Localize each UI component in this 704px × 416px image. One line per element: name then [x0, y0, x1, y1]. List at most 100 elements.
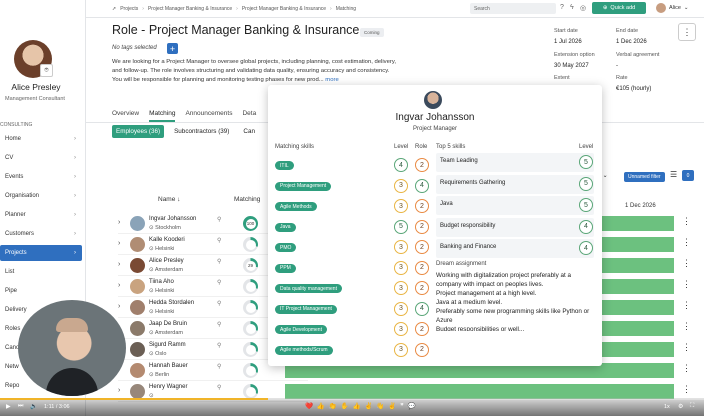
filter-chip[interactable]: Unnamed filter	[624, 172, 665, 182]
play-icon[interactable]: ▶	[6, 403, 11, 410]
user-menu[interactable]: Alice ⌄	[656, 3, 689, 13]
employee-name[interactable]: Ingvar Johansson	[149, 216, 196, 222]
pin-icon[interactable]: ⚲	[217, 384, 221, 391]
employee-name[interactable]: Tiina Aho	[149, 279, 174, 285]
expand-icon[interactable]: ›	[118, 261, 120, 268]
match-score[interactable]	[243, 363, 258, 378]
expand-icon[interactable]: ›	[118, 219, 120, 226]
row-menu-icon[interactable]: ⋮	[682, 258, 691, 269]
row-menu-icon[interactable]: ⋮	[682, 216, 691, 227]
next-icon[interactable]: ⏭	[18, 403, 23, 410]
fullscreen-icon[interactable]: ⛶	[690, 403, 694, 410]
row-menu-icon[interactable]: ⋮	[682, 363, 691, 374]
gantt-bar[interactable]	[602, 384, 674, 399]
row-menu-icon[interactable]: ⋮	[682, 279, 691, 290]
gantt-bar[interactable]	[602, 321, 674, 336]
sidebar-item-projects[interactable]: Projects ›	[0, 245, 82, 261]
match-score[interactable]	[243, 279, 258, 294]
employee-name[interactable]: Sigurd Ramm	[149, 342, 186, 348]
subtab-subcontractors[interactable]: Subcontractors (39)	[170, 125, 233, 138]
more-link[interactable]: more	[325, 77, 338, 83]
gantt-bar[interactable]	[602, 237, 674, 252]
pin-icon[interactable]: ⚲	[217, 342, 221, 349]
gantt-bar[interactable]	[602, 258, 674, 273]
filter-count-badge[interactable]: 0	[682, 170, 694, 181]
row-menu-icon[interactable]: ⋮	[682, 237, 691, 248]
add-tag-button[interactable]: +	[167, 43, 178, 54]
gantt-bar[interactable]	[602, 363, 674, 378]
row-menu-icon[interactable]: ⋮	[682, 321, 691, 332]
pin-icon[interactable]: ⚲	[217, 258, 221, 265]
video-progress[interactable]	[0, 398, 704, 400]
pin-icon[interactable]: ⚲	[217, 279, 221, 286]
gantt-bar[interactable]	[602, 300, 674, 315]
pin-icon[interactable]: ⚲	[217, 300, 221, 307]
employee-name[interactable]: Henry Wagner	[149, 384, 187, 390]
chevron-right-icon: ›	[74, 212, 76, 218]
subtab-employees[interactable]: Employees (36)	[112, 125, 165, 138]
tab-matching[interactable]: Matching	[149, 110, 176, 122]
employee-name[interactable]: Jaap De Bruin	[149, 321, 187, 327]
tab-overview[interactable]: Overview	[112, 110, 139, 122]
employee-name[interactable]: Hedda Stordalen	[149, 300, 194, 306]
sidebar-item-planner[interactable]: Planner ›	[0, 207, 82, 223]
pin-icon[interactable]: ⚲	[217, 321, 221, 328]
breadcrumb-item[interactable]: Project Manager Banking & Insurance	[148, 6, 232, 12]
top5-skill-row: Team Leading 5	[436, 153, 594, 172]
row-menu-icon[interactable]: ⋮	[682, 300, 691, 311]
filter-icon[interactable]: ☰	[670, 170, 677, 179]
sidebar-item-customers[interactable]: Customers ›	[0, 226, 82, 242]
search-input[interactable]: Search	[470, 3, 556, 14]
bolt-icon[interactable]: ϟ	[570, 4, 574, 11]
matching-column-header[interactable]: Matching	[234, 196, 260, 203]
sidebar-item-list[interactable]: List	[0, 264, 82, 280]
sidebar-item-organisation[interactable]: Organisation ›	[0, 188, 82, 204]
employee-name[interactable]: Hannah Bauer	[149, 363, 188, 369]
match-score[interactable]	[243, 300, 258, 315]
expand-icon[interactable]: ›	[118, 387, 120, 394]
breadcrumb-item[interactable]: Matching	[336, 6, 356, 12]
gantt-bar[interactable]	[602, 279, 674, 294]
volume-icon[interactable]: 🔈	[30, 403, 37, 410]
match-score[interactable]: 29	[243, 258, 258, 273]
name-column-header[interactable]: Name ↓	[158, 196, 180, 203]
sidebar-item-home[interactable]: Home ›	[0, 131, 82, 147]
pin-icon[interactable]: ⚲	[217, 216, 221, 223]
breadcrumb-item[interactable]: Project Manager Banking & Insurance	[242, 6, 326, 12]
pin-icon[interactable]: ⚲	[217, 237, 221, 244]
reaction-bar[interactable]: ❤️ 👍 👏 ✋ 👍 ✌️ 👋 ✌️ ❞ 💬	[305, 402, 417, 410]
sidebar-item-pipe[interactable]: Pipe	[0, 283, 82, 299]
gantt-bar[interactable]	[602, 216, 674, 231]
globe-icon[interactable]: ◎	[580, 4, 586, 12]
breadcrumb-item[interactable]: Projects	[120, 6, 138, 12]
tab-details[interactable]: Deta	[242, 110, 256, 122]
sidebar-item-events[interactable]: Events ›	[0, 169, 82, 185]
pin-icon[interactable]: ⚲	[217, 363, 221, 370]
match-score[interactable]	[243, 384, 258, 399]
help-icon[interactable]: ?	[560, 4, 564, 11]
chevron-right-icon: ›	[74, 136, 76, 142]
match-score[interactable]	[243, 342, 258, 357]
camera-icon[interactable]: ⌾	[40, 64, 53, 77]
employee-name[interactable]: Alice Presley	[149, 258, 184, 264]
tab-announcements[interactable]: Announcements	[185, 110, 232, 122]
subtab-candidates[interactable]: Can	[239, 125, 259, 138]
row-menu-icon[interactable]: ⋮	[682, 384, 691, 395]
expand-icon[interactable]: ›	[118, 240, 120, 247]
quick-add-button[interactable]: ⊕ Quick add	[592, 2, 646, 14]
more-options-button[interactable]: ⋮	[678, 23, 696, 41]
match-score[interactable]	[243, 321, 258, 336]
match-score[interactable]: 100	[243, 216, 258, 231]
settings-icon[interactable]: ⚙	[678, 403, 683, 410]
employee-name[interactable]: Kalle Kooderi	[149, 237, 185, 243]
user-role: Management Consultant	[5, 96, 65, 102]
row-menu-icon[interactable]: ⋮	[682, 342, 691, 353]
expand-icon[interactable]: ›	[118, 282, 120, 289]
expand-icon[interactable]: ›	[118, 303, 120, 310]
match-score[interactable]	[243, 237, 258, 252]
breadcrumb-separator: ›	[330, 5, 332, 12]
gantt-bar[interactable]	[602, 342, 674, 357]
sidebar-item-cv[interactable]: CV ›	[0, 150, 82, 166]
gantt-bar[interactable]	[285, 384, 602, 399]
playback-speed[interactable]: 1x	[664, 404, 670, 410]
